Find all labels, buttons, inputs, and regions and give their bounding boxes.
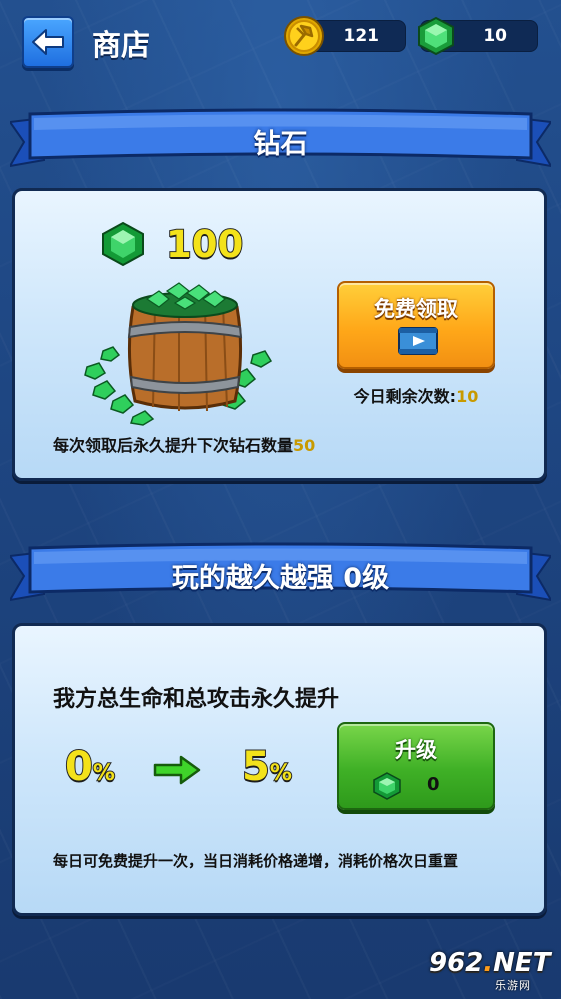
gold-amount: 121	[343, 26, 380, 46]
video-icon	[398, 327, 438, 355]
upgrade-section-banner: 玩的越久越强 0级	[10, 542, 551, 604]
current-percent: 0%	[64, 743, 116, 791]
next-percent: 5%	[241, 743, 293, 791]
gold-counter: 121	[284, 16, 406, 56]
diamond-amount: 100	[165, 222, 244, 267]
gem-icon	[102, 221, 144, 267]
upgrade-section-title: 玩的越久越强 0级	[171, 563, 390, 594]
green-arrow-icon	[153, 755, 201, 785]
watermark-brand-a: 962	[429, 948, 484, 978]
gem-icon	[373, 772, 401, 800]
gem-counter: 10	[418, 16, 538, 56]
remaining-times: 今日剩余次数:10	[337, 383, 495, 407]
page-title: 商店	[92, 28, 151, 62]
back-button[interactable]	[22, 16, 74, 68]
percent-sign: %	[92, 760, 116, 787]
diamond-note-value: 50	[293, 436, 316, 455]
watermark-logo: 962.NET	[429, 948, 550, 978]
remaining-label: 今日剩余次数:	[353, 387, 457, 406]
back-arrow-icon	[32, 29, 64, 55]
diamond-section-title: 钻石	[253, 129, 308, 160]
diamond-section-banner: 钻石	[10, 108, 551, 170]
diamond-bonus-note: 每次领取后永久提升下次钻石数量50	[53, 432, 315, 456]
diamond-note-text: 每次领取后永久提升下次钻石数量	[53, 436, 294, 455]
upgrade-note: 每日可免费提升一次，当日消耗价格递增，消耗价格次日重置	[53, 852, 459, 870]
free-claim-label: 免费领取	[374, 297, 458, 321]
upgrade-panel: 我方总生命和总攻击永久提升 0% 5% 升级 0 每日可免费提升一次，当日消耗价…	[12, 623, 547, 916]
free-claim-button[interactable]: 免费领取	[337, 281, 495, 369]
site-watermark: 962.NET 乐游网	[421, 948, 557, 994]
diamond-barrel-icon	[84, 282, 273, 426]
percent-sign: %	[269, 760, 293, 787]
gem-amount: 10	[483, 26, 507, 46]
diamond-panel: 100 免费领取 今日剩余次数:10 每次领取后永久提升下次钻石数量50	[12, 188, 547, 481]
gold-coin-icon	[284, 16, 324, 56]
top-bar: 商店 121 10	[0, 0, 561, 80]
next-percent-value: 5	[241, 743, 271, 791]
upgrade-button[interactable]: 升级 0	[337, 722, 495, 810]
upgrade-cost: 0	[427, 774, 440, 795]
upgrade-description: 我方总生命和总攻击永久提升	[53, 687, 340, 712]
watermark-brand-b: NET	[493, 948, 551, 978]
watermark-sub: 乐游网	[495, 979, 531, 992]
current-percent-value: 0	[64, 743, 94, 791]
upgrade-button-label: 升级	[395, 738, 437, 762]
watermark-brand-dot: .	[483, 948, 494, 978]
gem-icon	[418, 16, 454, 56]
remaining-count: 10	[456, 387, 479, 406]
